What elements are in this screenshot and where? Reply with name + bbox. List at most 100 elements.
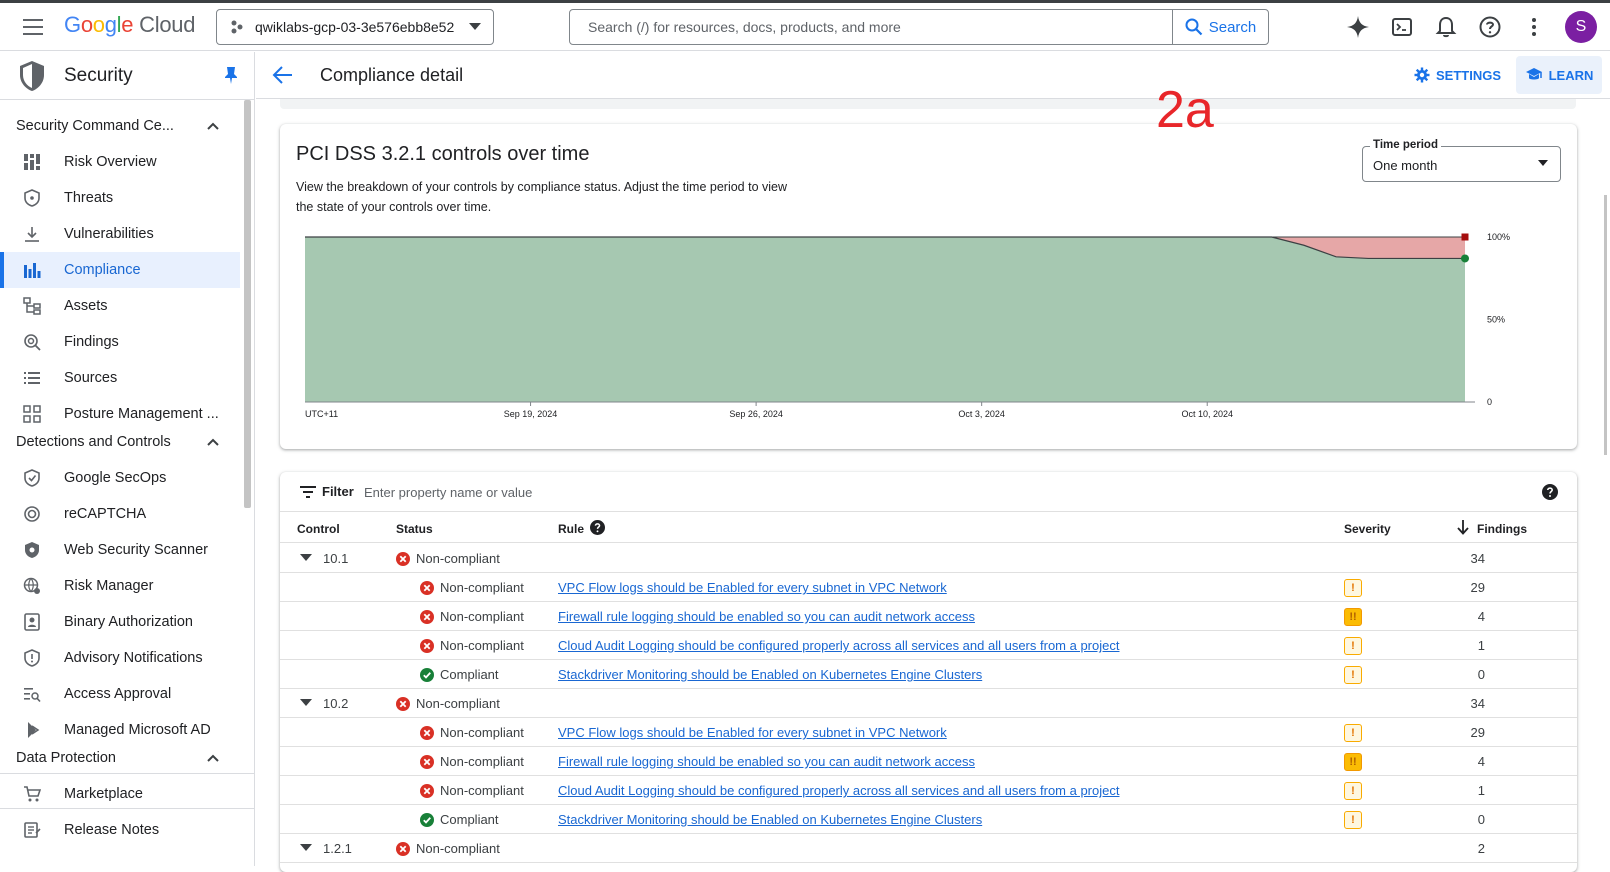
col-rule[interactable]: Rule <box>558 522 584 536</box>
col-findings[interactable]: Findings <box>1477 522 1527 536</box>
shield-scan-icon <box>25 542 39 558</box>
severity-medium-icon: ! <box>1344 579 1362 597</box>
table-header: Control Status Rule Severity Findings <box>280 513 1577 543</box>
error-status-icon <box>396 697 410 711</box>
sidebar-item-findings[interactable]: Findings <box>0 324 240 360</box>
annotation-label: 2a <box>1156 81 1214 139</box>
table-group-row[interactable]: 1.2.1 Non-compliant 2 <box>280 834 1577 863</box>
sidebar: Security Security Command Ce... Risk Ove… <box>0 52 255 866</box>
help-circle-icon[interactable] <box>1542 484 1558 500</box>
timezone-label: UTC+11 <box>305 409 338 419</box>
project-picker[interactable]: qwiklabs-gcp-03-3e576ebb8e52 <box>216 9 494 45</box>
sidebar-item-vulnerabilities[interactable]: Vulnerabilities <box>0 216 240 252</box>
time-period-select[interactable]: Time period One month <box>1362 139 1561 182</box>
arrow-down-icon[interactable] <box>1457 520 1469 535</box>
search-list-icon <box>24 688 41 703</box>
col-control[interactable]: Control <box>297 522 340 536</box>
menu-icon[interactable] <box>18 15 48 39</box>
sidebar-item-access-approval[interactable]: Access Approval <box>0 676 240 712</box>
table-row[interactable]: Compliant Stackdriver Monitoring should b… <box>280 660 1577 689</box>
y-tick-label: 50% <box>1487 315 1505 325</box>
section-data-protection[interactable]: Data Protection <box>0 742 240 774</box>
section-security-command-center[interactable]: Security Command Ce... <box>0 110 240 142</box>
col-status[interactable]: Status <box>396 522 433 536</box>
sidebar-item-web-security-scanner[interactable]: Web Security Scanner <box>0 532 240 568</box>
caret-down-icon <box>1538 160 1548 166</box>
diamond-icon <box>28 722 40 738</box>
caret-down-icon <box>469 23 481 30</box>
findings-count: 29 <box>1470 725 1485 740</box>
rule-link[interactable]: Cloud Audit Logging should be configured… <box>558 638 1119 653</box>
sidebar-item-release-notes[interactable]: Release Notes <box>0 812 240 848</box>
account-avatar[interactable]: S <box>1565 11 1597 43</box>
radar-search-icon <box>24 334 41 351</box>
error-status-icon <box>420 784 434 798</box>
sidebar-item-compliance[interactable]: Compliance <box>0 252 240 288</box>
check-status-icon <box>420 813 434 827</box>
help-circle-icon[interactable] <box>590 520 605 535</box>
sidebar-item-assets[interactable]: Assets <box>0 288 240 324</box>
rule-link[interactable]: Firewall rule logging should be enabled … <box>558 754 975 769</box>
help-icon[interactable] <box>1478 15 1502 39</box>
globe-gear-icon <box>23 577 40 594</box>
rule-link[interactable]: Stackdriver Monitoring should be Enabled… <box>558 667 982 682</box>
expand-caret-icon[interactable] <box>300 699 312 707</box>
table-row[interactable]: Compliant Stackdriver Monitoring should b… <box>280 805 1577 834</box>
table-group-row[interactable]: 10.1 Non-compliant 34 <box>280 544 1577 573</box>
expand-caret-icon[interactable] <box>300 554 312 562</box>
sidebar-item-risk-manager[interactable]: Risk Manager <box>0 568 240 604</box>
filter-input[interactable] <box>364 480 764 504</box>
sidebar-scrollbar[interactable] <box>244 100 251 508</box>
table-row[interactable]: Non-compliant VPC Flow logs should be Ena… <box>280 718 1577 747</box>
notes-icon <box>24 822 41 838</box>
sidebar-item-binary-authorization[interactable]: Binary Authorization <box>0 604 240 640</box>
more-vert-icon[interactable] <box>1522 15 1546 39</box>
findings-count: 2 <box>1477 841 1485 856</box>
sidebar-item-marketplace[interactable]: Marketplace <box>0 776 240 812</box>
google-cloud-logo[interactable]: Google Cloud <box>64 12 195 38</box>
col-severity[interactable]: Severity <box>1344 522 1391 536</box>
table-row[interactable]: Non-compliant Firewall rule logging shoul… <box>280 747 1577 776</box>
y-tick-label: 0 <box>1487 397 1492 407</box>
rule-link[interactable]: Stackdriver Monitoring should be Enabled… <box>558 812 982 827</box>
findings-count: 0 <box>1477 812 1485 827</box>
back-arrow-icon[interactable] <box>272 64 294 86</box>
rule-status: Non-compliant <box>440 638 524 653</box>
search-input[interactable] <box>570 10 1170 44</box>
table-row[interactable]: Non-compliant Firewall rule logging shoul… <box>280 602 1577 631</box>
rule-link[interactable]: VPC Flow logs should be Enabled for ever… <box>558 725 947 740</box>
recaptcha-icon <box>24 506 40 522</box>
control-id: 10.2 <box>323 696 349 711</box>
error-status-icon <box>396 552 410 566</box>
sidebar-item-google-secops[interactable]: Google SecOps <box>0 460 240 496</box>
rule-link[interactable]: VPC Flow logs should be Enabled for ever… <box>558 580 947 595</box>
chevron-up-icon <box>207 122 219 130</box>
sidebar-item-recaptcha[interactable]: reCAPTCHA <box>0 496 240 532</box>
sidebar-item-threats[interactable]: Threats <box>0 180 240 216</box>
project-name: qwiklabs-gcp-03-3e576ebb8e52 <box>255 19 455 35</box>
rule-link[interactable]: Firewall rule logging should be enabled … <box>558 609 975 624</box>
learn-button[interactable]: LEARN <box>1516 56 1602 94</box>
download-icon <box>25 227 39 242</box>
y-tick-label: 100% <box>1487 232 1510 242</box>
table-row[interactable]: Non-compliant Cloud Audit Logging should … <box>280 776 1577 805</box>
main-scrollbar[interactable] <box>1604 195 1607 455</box>
search-button[interactable]: Search <box>1172 10 1268 44</box>
expand-caret-icon[interactable] <box>300 844 312 852</box>
section-detections-and-controls[interactable]: Detections and Controls <box>0 426 240 458</box>
table-row[interactable]: Non-compliant Cloud Audit Logging should … <box>280 631 1577 660</box>
rule-link[interactable]: Cloud Audit Logging should be configured… <box>558 783 1119 798</box>
cloud-shell-icon[interactable] <box>1390 15 1414 39</box>
notifications-bell-icon[interactable] <box>1434 15 1458 39</box>
table-row[interactable]: Non-compliant VPC Flow logs should be Ena… <box>280 573 1577 602</box>
pin-icon[interactable] <box>224 66 238 84</box>
table-group-row[interactable]: 10.2 Non-compliant 34 <box>280 689 1577 718</box>
settings-button[interactable]: SETTINGS <box>1414 60 1501 90</box>
rule-status: Non-compliant <box>440 783 524 798</box>
sidebar-item-sources[interactable]: Sources <box>0 360 240 396</box>
sidebar-item-risk-overview[interactable]: Risk Overview <box>0 144 240 180</box>
findings-count: 34 <box>1470 551 1485 566</box>
gemini-sparkle-icon[interactable] <box>1346 15 1370 39</box>
search-icon <box>1185 18 1203 36</box>
sidebar-item-advisory-notifications[interactable]: Advisory Notifications <box>0 640 240 676</box>
